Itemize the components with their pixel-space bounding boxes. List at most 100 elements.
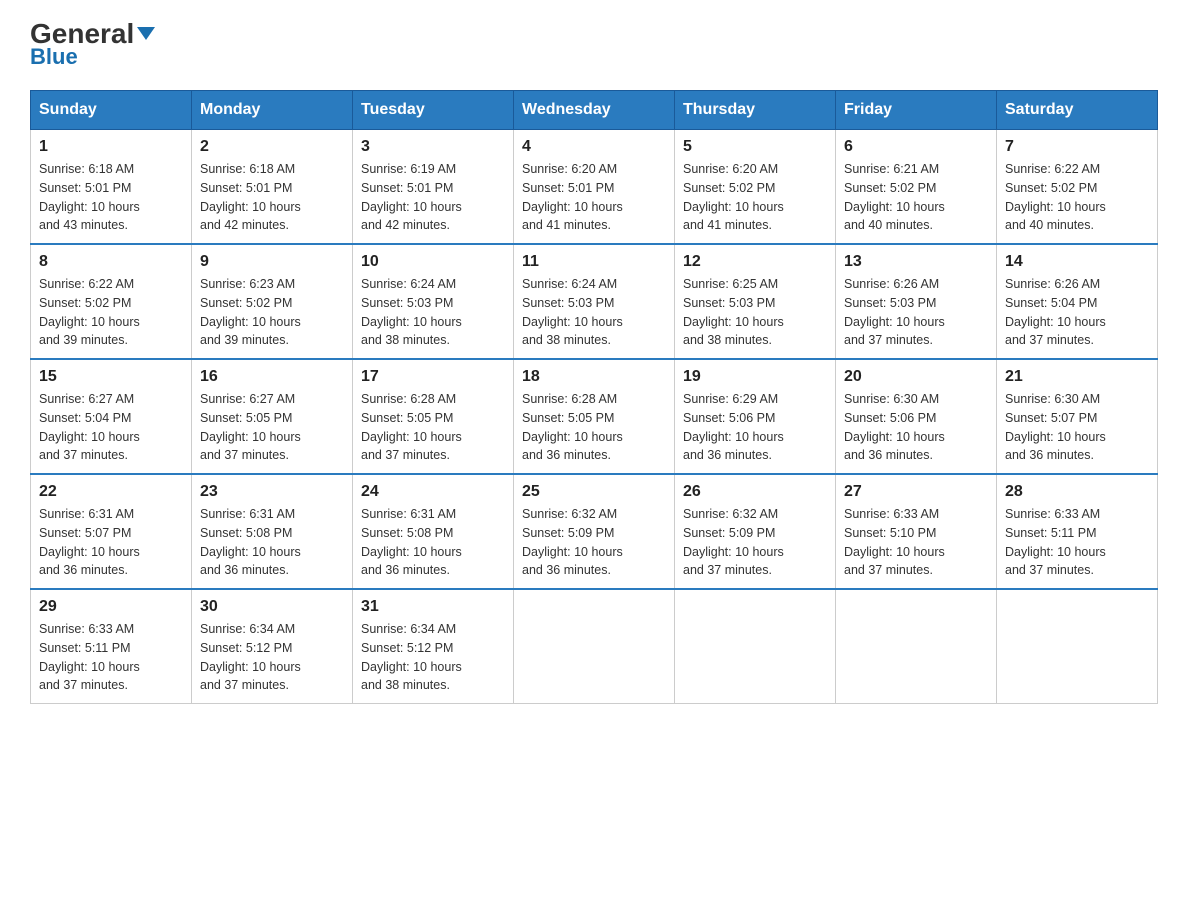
day-number: 25: [522, 483, 666, 501]
calendar-cell: 2 Sunrise: 6:18 AMSunset: 5:01 PMDayligh…: [192, 130, 353, 245]
calendar-table: SundayMondayTuesdayWednesdayThursdayFrid…: [30, 90, 1158, 704]
calendar-cell: 27 Sunrise: 6:33 AMSunset: 5:10 PMDaylig…: [836, 474, 997, 589]
calendar-cell: 22 Sunrise: 6:31 AMSunset: 5:07 PMDaylig…: [31, 474, 192, 589]
calendar-cell: 30 Sunrise: 6:34 AMSunset: 5:12 PMDaylig…: [192, 589, 353, 704]
day-number: 5: [683, 138, 827, 156]
calendar-cell: 28 Sunrise: 6:33 AMSunset: 5:11 PMDaylig…: [997, 474, 1158, 589]
calendar-cell: 1 Sunrise: 6:18 AMSunset: 5:01 PMDayligh…: [31, 130, 192, 245]
weekday-header-sunday: Sunday: [31, 91, 192, 130]
day-info: Sunrise: 6:22 AMSunset: 5:02 PMDaylight:…: [39, 275, 183, 350]
day-number: 7: [1005, 138, 1149, 156]
day-info: Sunrise: 6:18 AMSunset: 5:01 PMDaylight:…: [39, 160, 183, 235]
calendar-cell: 14 Sunrise: 6:26 AMSunset: 5:04 PMDaylig…: [997, 244, 1158, 359]
day-info: Sunrise: 6:20 AMSunset: 5:01 PMDaylight:…: [522, 160, 666, 235]
calendar-cell: 9 Sunrise: 6:23 AMSunset: 5:02 PMDayligh…: [192, 244, 353, 359]
day-number: 12: [683, 253, 827, 271]
day-info: Sunrise: 6:27 AMSunset: 5:05 PMDaylight:…: [200, 390, 344, 465]
logo-blue: Blue: [30, 44, 78, 70]
calendar-cell: 10 Sunrise: 6:24 AMSunset: 5:03 PMDaylig…: [353, 244, 514, 359]
day-info: Sunrise: 6:24 AMSunset: 5:03 PMDaylight:…: [522, 275, 666, 350]
day-info: Sunrise: 6:30 AMSunset: 5:06 PMDaylight:…: [844, 390, 988, 465]
day-number: 2: [200, 138, 344, 156]
day-info: Sunrise: 6:30 AMSunset: 5:07 PMDaylight:…: [1005, 390, 1149, 465]
calendar-cell: 18 Sunrise: 6:28 AMSunset: 5:05 PMDaylig…: [514, 359, 675, 474]
day-info: Sunrise: 6:21 AMSunset: 5:02 PMDaylight:…: [844, 160, 988, 235]
day-info: Sunrise: 6:33 AMSunset: 5:10 PMDaylight:…: [844, 505, 988, 580]
day-info: Sunrise: 6:19 AMSunset: 5:01 PMDaylight:…: [361, 160, 505, 235]
calendar-cell: 23 Sunrise: 6:31 AMSunset: 5:08 PMDaylig…: [192, 474, 353, 589]
calendar-cell: 29 Sunrise: 6:33 AMSunset: 5:11 PMDaylig…: [31, 589, 192, 704]
day-number: 16: [200, 368, 344, 386]
day-number: 8: [39, 253, 183, 271]
day-number: 10: [361, 253, 505, 271]
day-info: Sunrise: 6:25 AMSunset: 5:03 PMDaylight:…: [683, 275, 827, 350]
day-number: 3: [361, 138, 505, 156]
day-info: Sunrise: 6:34 AMSunset: 5:12 PMDaylight:…: [200, 620, 344, 695]
day-info: Sunrise: 6:26 AMSunset: 5:03 PMDaylight:…: [844, 275, 988, 350]
day-info: Sunrise: 6:29 AMSunset: 5:06 PMDaylight:…: [683, 390, 827, 465]
day-info: Sunrise: 6:22 AMSunset: 5:02 PMDaylight:…: [1005, 160, 1149, 235]
day-number: 31: [361, 598, 505, 616]
calendar-week-1: 1 Sunrise: 6:18 AMSunset: 5:01 PMDayligh…: [31, 130, 1158, 245]
calendar-cell: 13 Sunrise: 6:26 AMSunset: 5:03 PMDaylig…: [836, 244, 997, 359]
calendar-cell: [836, 589, 997, 704]
day-info: Sunrise: 6:32 AMSunset: 5:09 PMDaylight:…: [522, 505, 666, 580]
calendar-week-5: 29 Sunrise: 6:33 AMSunset: 5:11 PMDaylig…: [31, 589, 1158, 704]
day-number: 11: [522, 253, 666, 271]
weekday-header-saturday: Saturday: [997, 91, 1158, 130]
day-number: 4: [522, 138, 666, 156]
day-number: 6: [844, 138, 988, 156]
day-info: Sunrise: 6:28 AMSunset: 5:05 PMDaylight:…: [522, 390, 666, 465]
day-number: 26: [683, 483, 827, 501]
day-number: 30: [200, 598, 344, 616]
day-number: 23: [200, 483, 344, 501]
day-number: 29: [39, 598, 183, 616]
calendar-cell: 21 Sunrise: 6:30 AMSunset: 5:07 PMDaylig…: [997, 359, 1158, 474]
day-info: Sunrise: 6:33 AMSunset: 5:11 PMDaylight:…: [39, 620, 183, 695]
day-number: 28: [1005, 483, 1149, 501]
day-info: Sunrise: 6:27 AMSunset: 5:04 PMDaylight:…: [39, 390, 183, 465]
calendar-cell: 17 Sunrise: 6:28 AMSunset: 5:05 PMDaylig…: [353, 359, 514, 474]
calendar-cell: 26 Sunrise: 6:32 AMSunset: 5:09 PMDaylig…: [675, 474, 836, 589]
calendar-cell: 12 Sunrise: 6:25 AMSunset: 5:03 PMDaylig…: [675, 244, 836, 359]
weekday-header-monday: Monday: [192, 91, 353, 130]
calendar-cell: 16 Sunrise: 6:27 AMSunset: 5:05 PMDaylig…: [192, 359, 353, 474]
calendar-cell: 11 Sunrise: 6:24 AMSunset: 5:03 PMDaylig…: [514, 244, 675, 359]
weekday-header-wednesday: Wednesday: [514, 91, 675, 130]
calendar-cell: [514, 589, 675, 704]
calendar-week-4: 22 Sunrise: 6:31 AMSunset: 5:07 PMDaylig…: [31, 474, 1158, 589]
day-number: 19: [683, 368, 827, 386]
day-number: 15: [39, 368, 183, 386]
day-info: Sunrise: 6:31 AMSunset: 5:08 PMDaylight:…: [200, 505, 344, 580]
day-info: Sunrise: 6:26 AMSunset: 5:04 PMDaylight:…: [1005, 275, 1149, 350]
day-number: 9: [200, 253, 344, 271]
calendar-cell: 31 Sunrise: 6:34 AMSunset: 5:12 PMDaylig…: [353, 589, 514, 704]
day-info: Sunrise: 6:34 AMSunset: 5:12 PMDaylight:…: [361, 620, 505, 695]
calendar-cell: 24 Sunrise: 6:31 AMSunset: 5:08 PMDaylig…: [353, 474, 514, 589]
calendar-week-2: 8 Sunrise: 6:22 AMSunset: 5:02 PMDayligh…: [31, 244, 1158, 359]
day-number: 22: [39, 483, 183, 501]
day-info: Sunrise: 6:33 AMSunset: 5:11 PMDaylight:…: [1005, 505, 1149, 580]
weekday-header-row: SundayMondayTuesdayWednesdayThursdayFrid…: [31, 91, 1158, 130]
calendar-cell: 4 Sunrise: 6:20 AMSunset: 5:01 PMDayligh…: [514, 130, 675, 245]
weekday-header-tuesday: Tuesday: [353, 91, 514, 130]
calendar-cell: 15 Sunrise: 6:27 AMSunset: 5:04 PMDaylig…: [31, 359, 192, 474]
day-number: 17: [361, 368, 505, 386]
calendar-cell: 6 Sunrise: 6:21 AMSunset: 5:02 PMDayligh…: [836, 130, 997, 245]
day-info: Sunrise: 6:28 AMSunset: 5:05 PMDaylight:…: [361, 390, 505, 465]
calendar-cell: [997, 589, 1158, 704]
day-info: Sunrise: 6:24 AMSunset: 5:03 PMDaylight:…: [361, 275, 505, 350]
day-number: 18: [522, 368, 666, 386]
day-info: Sunrise: 6:32 AMSunset: 5:09 PMDaylight:…: [683, 505, 827, 580]
day-number: 14: [1005, 253, 1149, 271]
day-info: Sunrise: 6:18 AMSunset: 5:01 PMDaylight:…: [200, 160, 344, 235]
weekday-header-thursday: Thursday: [675, 91, 836, 130]
day-number: 13: [844, 253, 988, 271]
calendar-cell: 8 Sunrise: 6:22 AMSunset: 5:02 PMDayligh…: [31, 244, 192, 359]
calendar-cell: 19 Sunrise: 6:29 AMSunset: 5:06 PMDaylig…: [675, 359, 836, 474]
calendar-cell: 3 Sunrise: 6:19 AMSunset: 5:01 PMDayligh…: [353, 130, 514, 245]
calendar-cell: 25 Sunrise: 6:32 AMSunset: 5:09 PMDaylig…: [514, 474, 675, 589]
day-info: Sunrise: 6:23 AMSunset: 5:02 PMDaylight:…: [200, 275, 344, 350]
day-number: 1: [39, 138, 183, 156]
page-header: General Blue: [30, 20, 1158, 70]
